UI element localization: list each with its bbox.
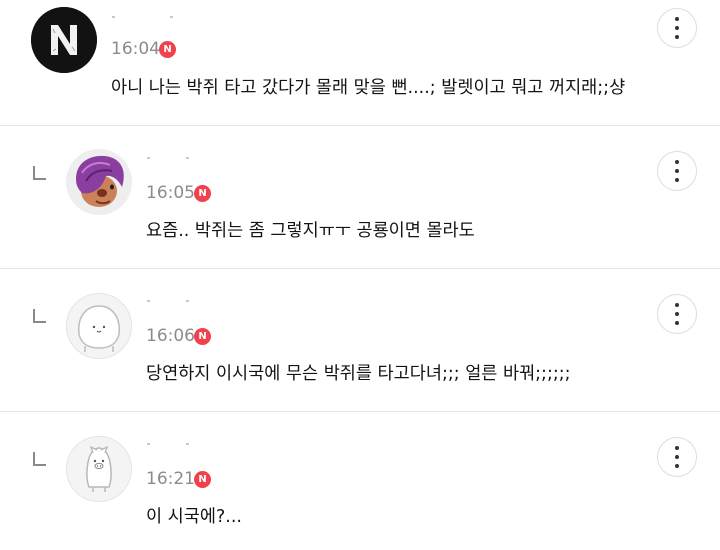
author-name-redacted [186,157,189,159]
pig-avatar-icon[interactable] [66,436,132,502]
more-options-button[interactable] [657,8,697,48]
more-dots-icon [675,464,679,468]
more-options-button[interactable] [657,294,697,334]
reply-arrow-icon [33,309,46,323]
comment-text: 아니 나는 박쥐 타고 갔다가 몰래 맞을 뻔....; 발렛이고 뭐고 꺼지래… [111,78,626,98]
comment-list: 16:04 N 아니 나는 박쥐 타고 갔다가 몰래 맞을 뻔....; 발렛이… [0,0,720,550]
reply-arrow-icon [33,166,46,180]
reply-item: 16:21 N 이 시국에?... [0,412,720,550]
more-dots-icon [675,35,679,39]
comment-item: 16:04 N 아니 나는 박쥐 타고 갔다가 몰래 맞을 뻔....; 발렛이… [0,0,720,125]
comment-text: 요즘.. 박쥐는 좀 그렇지ㅠㅜ 공룡이면 몰라도 [146,221,475,241]
author-name-redacted [112,16,115,18]
comment-time: 16:21 [146,469,195,489]
more-dots-icon [675,160,679,164]
round-blob-avatar-icon[interactable] [66,293,132,359]
author-name-redacted [186,443,189,445]
more-dots-icon [675,178,679,182]
purple-hair-character-avatar-icon[interactable] [66,149,132,215]
comment-text: 이 시국에?... [146,507,242,527]
more-dots-icon [675,312,679,316]
more-options-button[interactable] [657,151,697,191]
author-name-redacted [147,443,150,445]
reply-item: 16:05 N 요즘.. 박쥐는 좀 그렇지ㅠㅜ 공룡이면 몰라도 [0,126,720,268]
more-dots-icon [675,321,679,325]
author-name-redacted [186,300,189,302]
n-logo-avatar-icon[interactable] [31,7,97,73]
author-name-redacted [170,16,173,18]
author-name-redacted [147,300,150,302]
reply-arrow-icon [33,452,46,466]
new-badge: N [159,41,176,58]
new-badge: N [194,185,211,202]
more-dots-icon [675,446,679,450]
more-dots-icon [675,17,679,21]
comment-time: 16:04 [111,39,160,59]
more-dots-icon [675,26,679,30]
new-badge: N [194,471,211,488]
more-dots-icon [675,455,679,459]
more-dots-icon [675,169,679,173]
comment-time: 16:05 [146,183,195,203]
comment-text: 당연하지 이시국에 무슨 박쥐를 타고다녀;;; 얼른 바꿔;;;;;; [146,364,571,384]
reply-item: 16:06 N 당연하지 이시국에 무슨 박쥐를 타고다녀;;; 얼른 바꿔;;… [0,269,720,411]
comment-time: 16:06 [146,326,195,346]
new-badge: N [194,328,211,345]
more-dots-icon [675,303,679,307]
author-name-redacted [147,157,150,159]
more-options-button[interactable] [657,437,697,477]
